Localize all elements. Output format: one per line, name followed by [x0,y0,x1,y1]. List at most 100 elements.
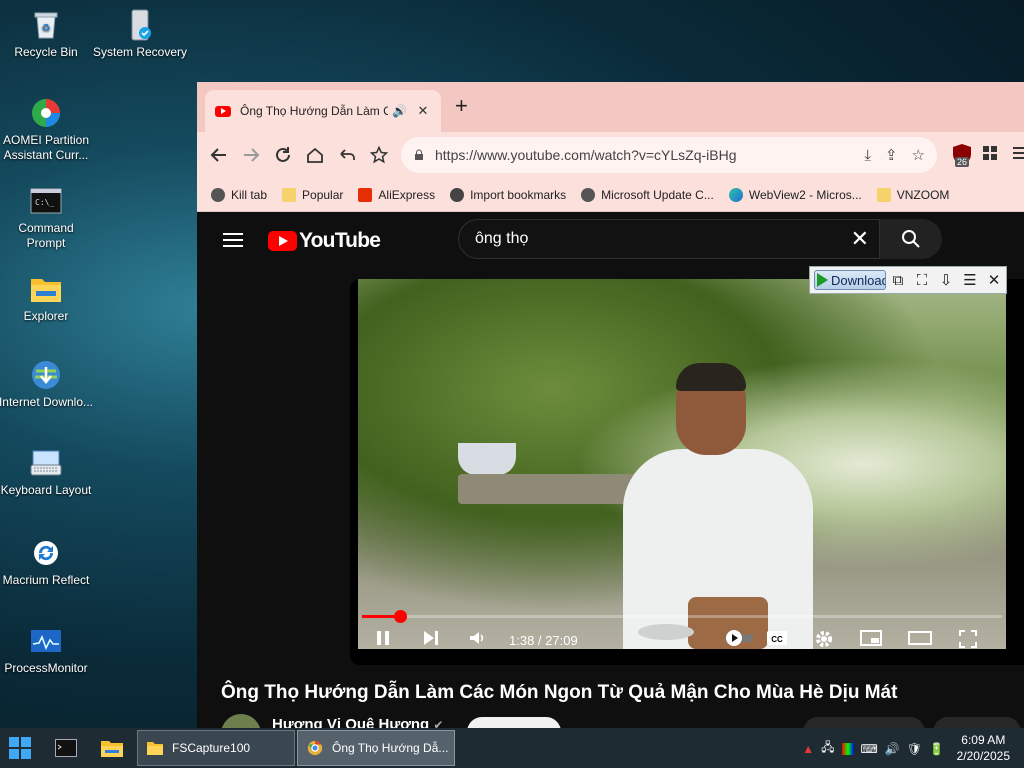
desktop-icon-recycle-bin[interactable]: ♻ Recycle Bin [0,8,94,60]
clear-search-icon[interactable]: ✕ [851,228,869,250]
globe-icon [211,187,225,202]
taskbar-task-browser[interactable]: Ông Thọ Hướng Dẫ... [297,730,455,766]
settings-button[interactable] [814,629,834,649]
bookmark-vnzoom[interactable]: VNZOOM [876,187,949,202]
fullscreen-icon [959,630,977,648]
captions-button[interactable]: CC [766,629,788,647]
pause-button[interactable] [374,629,392,647]
bookmark-microsoft-update[interactable]: Microsoft Update C... [581,187,714,202]
taskbar-file-explorer[interactable] [92,732,132,764]
desktop-icon-processmonitor[interactable]: ProcessMonitor [0,624,94,676]
start-button[interactable] [9,737,31,759]
bookmark-star-button[interactable] [367,143,391,167]
desktop-icon-label: Command Prompt [18,221,74,250]
bookmark-label: AliExpress [378,187,436,202]
desktop-icon-aomei[interactable]: AOMEI Partition Assistant Curr... [0,96,94,163]
autoplay-toggle[interactable] [724,629,754,647]
taskbar-command-prompt[interactable] [46,732,86,764]
security-icon[interactable]: 🛡 [907,742,922,756]
bookmark-import[interactable]: Import bookmarks [450,187,566,202]
back-button[interactable] [207,143,231,167]
bookmark-label: WebView2 - Micros... [748,187,862,202]
desktop-icon-keyboard-layout[interactable]: Keyboard Layout [0,446,94,498]
tab-close-button[interactable]: ✕ [415,103,431,119]
like-dislike-pill[interactable] [803,717,925,728]
bookmark-kill-tab[interactable]: Kill tab [211,187,267,202]
close-icon[interactable]: ✕ [982,271,1006,289]
star-icon [370,146,388,164]
volume-icon[interactable]: 🔊 [885,742,900,756]
browser-menu-button[interactable] [1013,146,1024,163]
panel-menu-icon[interactable]: ☰ [958,271,982,289]
theater-mode-button[interactable] [908,629,932,647]
channel-row: Hương Vị Quê Hương ✔ [221,712,1021,728]
share-pill[interactable] [933,717,1021,728]
bookmark-label: Popular [302,187,344,202]
download-arrow-icon[interactable]: ⇩ [934,271,958,289]
progress-bar[interactable] [362,610,1002,623]
channel-name[interactable]: Hương Vị Quê Hương ✔ [272,716,443,728]
youtube-page: YouTube ông thọ ✕ 1:38 / 27:09 CC Downlo… [197,212,1024,728]
fullscreen-button[interactable] [958,629,978,649]
language-icon[interactable]: ⌨ [861,742,878,756]
tab-youtube[interactable]: Ông Thọ Hướng Dẫn Làm C 🔊 ✕ [205,90,441,132]
color-picker-icon[interactable] [841,742,854,755]
volume-button[interactable] [468,629,486,647]
desktop-icon-area: ♻ Recycle Bin System Recovery AOMEI Part… [0,0,196,728]
url-text[interactable]: https://www.youtube.com/watch?v=cYLsZq-i… [435,147,850,163]
bookmark-page-star-icon[interactable]: ☆ [912,146,925,164]
battery-icon[interactable]: 🔋 [929,742,944,756]
tray-app-icon[interactable]: ▲ [802,742,814,756]
subscribe-button[interactable] [467,717,561,728]
bookmark-aliexpress[interactable]: AliExpress [358,187,436,202]
new-tab-button[interactable]: + [455,95,468,117]
install-app-icon[interactable]: ⤓ [864,147,871,164]
restore-icon[interactable]: ⧉ [886,272,910,289]
speaker-icon[interactable]: 🔊 [392,104,407,118]
channel-avatar[interactable] [221,714,261,728]
next-button[interactable] [422,629,440,647]
keyboard-icon [29,446,63,480]
browser-toolbar: https://www.youtube.com/watch?v=cYLsZq-i… [197,132,1024,178]
folder-icon [876,187,891,202]
desktop-icon-macrium-reflect[interactable]: Macrium Reflect [0,536,94,588]
miniplayer-button[interactable] [860,629,882,647]
bookmark-popular[interactable]: Popular [282,187,344,202]
home-button[interactable] [303,143,327,167]
youtube-logo[interactable]: YouTube [268,229,381,253]
bookmark-webview2[interactable]: WebView2 - Micros... [728,187,862,202]
share-icon[interactable]: ⇪ [885,146,898,164]
download-video-button[interactable]: Download [814,270,886,290]
undo-icon [340,149,355,160]
bookmarks-bar: Kill tab Popular AliExpress Import bookm… [197,178,1024,212]
taskbar-task-fscapture[interactable]: FSCapture100 [137,730,295,766]
captions-icon: CC [767,631,787,645]
reload-button[interactable] [271,143,295,167]
desktop-icon-system-recovery[interactable]: System Recovery [92,8,188,60]
desktop-icon-label: Keyboard Layout [0,483,92,497]
grid-icon [983,146,997,160]
svg-text:C:\_: C:\_ [35,198,54,207]
tab-title: Ông Thọ Hướng Dẫn Làm C [240,104,389,118]
desktop-icon-label: Internet Downlo... [0,395,94,409]
macrium-reflect-icon [29,536,63,570]
video-player[interactable]: 1:38 / 27:09 CC [350,279,1024,665]
extensions-button[interactable] [983,146,997,163]
search-button[interactable] [880,219,942,259]
address-bar[interactable]: https://www.youtube.com/watch?v=cYLsZq-i… [401,137,937,173]
forward-button[interactable] [239,143,263,167]
undo-close-tab-button[interactable] [335,143,359,167]
network-icon[interactable]: 🖧 [821,738,834,759]
video-frame[interactable] [358,279,1006,649]
taskbar-clock[interactable]: 6:09 AM 2/20/2025 [957,732,1010,764]
menu-icon [1013,147,1024,159]
hamburger-menu-button[interactable] [223,233,243,247]
expand-icon[interactable]: ⛶ [910,272,934,289]
search-input[interactable]: ông thọ ✕ [458,219,880,259]
desktop-icon-explorer[interactable]: Explorer [0,272,94,324]
desktop-icon-command-prompt[interactable]: C:\_ Command Prompt [0,184,94,251]
desktop-icon-internet-download[interactable]: Internet Downlo... [0,358,94,410]
ublock-extension-button[interactable]: 26 [951,143,973,170]
clock-date: 2/20/2025 [956,749,1010,763]
arrow-right-icon [244,148,260,162]
